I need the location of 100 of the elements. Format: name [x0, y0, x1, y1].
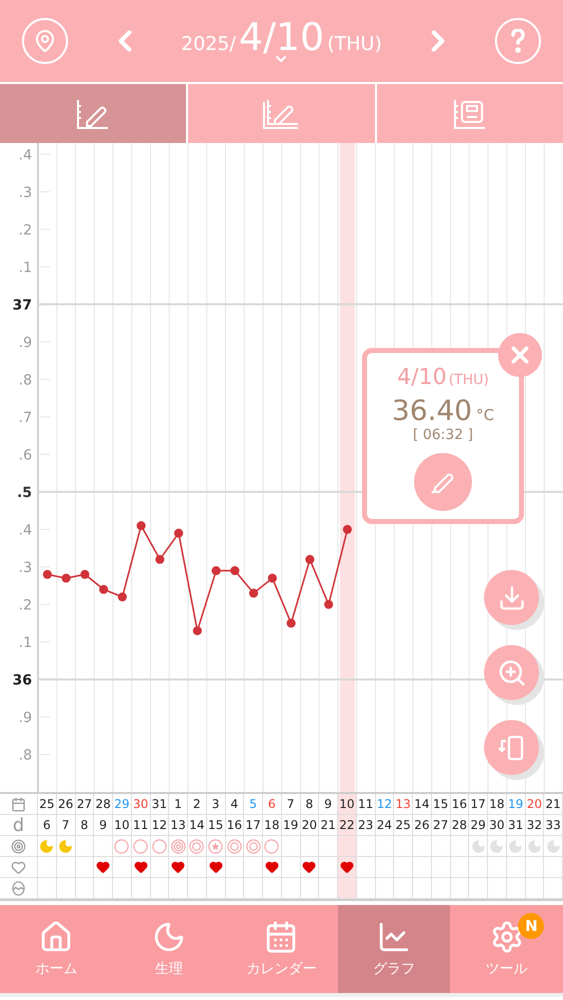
- year-text: 2025/: [181, 33, 236, 55]
- axis-label: .2: [18, 222, 32, 238]
- circle-icon: [152, 838, 167, 854]
- data-point: [286, 618, 296, 628]
- crescent-moon-icon: [470, 838, 486, 854]
- scale-chart-icon: [452, 98, 488, 130]
- date-cell: 26: [56, 794, 76, 815]
- data-point: [99, 584, 108, 594]
- date-cell: 15: [432, 794, 450, 815]
- cycle-day-cell: 33: [544, 815, 563, 836]
- table-cell: [76, 878, 94, 899]
- nav-tab[interactable]: 生理: [112, 905, 226, 993]
- data-point: [305, 554, 314, 564]
- table-cell: [526, 878, 544, 899]
- table-cell: [450, 878, 470, 899]
- date-cell: 20: [526, 794, 544, 815]
- date-cell: 11: [356, 794, 376, 815]
- axis-label: .4: [18, 147, 32, 164]
- graph-tab[interactable]: [0, 84, 188, 143]
- axis-label: 36: [12, 672, 32, 688]
- cycle-day-cell: 32: [526, 815, 544, 836]
- axis-label: .9: [18, 334, 32, 351]
- crescent-moon-icon: [489, 838, 504, 854]
- cycle-day-cell: 16: [226, 815, 244, 836]
- axis-label: .3: [18, 560, 32, 576]
- data-point: [342, 524, 352, 534]
- date-cell: 7: [282, 794, 300, 815]
- cycle-day-cell: 23: [356, 815, 376, 836]
- date-cell: 3: [206, 794, 226, 815]
- table-cell: [469, 878, 488, 899]
- data-point: [118, 592, 127, 602]
- date-cell: 29: [113, 794, 132, 815]
- graph-tab[interactable]: [188, 84, 377, 143]
- axis-label: .5: [16, 484, 32, 501]
- nav-tab[interactable]: グラフ: [338, 905, 450, 993]
- new-badge: N: [518, 913, 544, 939]
- axis-label: .8: [18, 372, 32, 388]
- circle-icon: [114, 838, 130, 854]
- nav-tab[interactable]: ホーム: [0, 905, 113, 993]
- popup-weekday: (THU): [448, 372, 489, 388]
- temperature-value: 36.40: [392, 394, 472, 427]
- location-pin-icon: [33, 29, 57, 53]
- cycle-day-cell: 20: [300, 815, 320, 836]
- cycle-day-cell: 10: [113, 815, 132, 836]
- axis-label: .2: [18, 597, 32, 614]
- table-cell: [544, 878, 563, 899]
- reading-time: [ 06:32 ]: [412, 427, 474, 443]
- double-circle-icon: [226, 838, 242, 854]
- table-cell: [150, 878, 170, 899]
- cycle-day-cell: 28: [450, 815, 470, 836]
- double-circle-icon: [189, 838, 204, 854]
- date-text: 4/10: [238, 15, 324, 59]
- graph-tab[interactable]: [376, 84, 563, 143]
- weekday-text: (THU): [327, 33, 382, 55]
- cycle-day-cell: 9: [94, 815, 113, 836]
- table-cell: [188, 878, 207, 899]
- date-cell: 19: [506, 794, 526, 815]
- double-circle-icon: [246, 838, 261, 854]
- nav-tab[interactable]: カレンダー: [225, 905, 338, 993]
- nav-tab[interactable]: N ツール: [450, 905, 563, 993]
- target-icon: [11, 838, 26, 854]
- table-cell: [244, 878, 263, 899]
- crescent-moon-icon: [58, 838, 74, 854]
- data-point: [155, 554, 164, 564]
- axis-label: .4: [18, 522, 32, 538]
- axis-label: .8: [18, 747, 32, 764]
- cycle-day-cell: 25: [394, 815, 413, 836]
- cycle-day-cell: 17: [244, 815, 263, 836]
- date-cell: 12: [376, 794, 394, 815]
- temperature-unit: °C: [476, 406, 494, 424]
- data-point: [324, 600, 334, 609]
- heart-icon: [264, 860, 279, 874]
- data-point: [192, 626, 202, 636]
- data-point: [212, 566, 221, 576]
- cycle-day-cell: 11: [132, 815, 150, 836]
- data-point: [249, 588, 258, 598]
- zoom-in-icon: [496, 658, 526, 688]
- table-cell: [506, 878, 526, 899]
- data-point: [62, 574, 71, 583]
- heart-icon: [302, 860, 316, 874]
- cycle-day-cell: 6: [38, 815, 57, 836]
- date-cell: 18: [488, 794, 507, 815]
- calendar-icon: [11, 796, 26, 812]
- egg-icon: [11, 880, 26, 896]
- date-cell: 17: [469, 794, 488, 815]
- cycle-day-cell: 13: [169, 815, 188, 836]
- data-point: [42, 570, 52, 579]
- popup-date: 4/10: [397, 365, 447, 390]
- cycle-day-cell: 31: [506, 815, 526, 836]
- location-button[interactable]: [22, 18, 68, 64]
- help-button[interactable]: [494, 18, 541, 64]
- date-cell: 1: [169, 794, 188, 815]
- crescent-moon-icon: [546, 838, 561, 854]
- axis-label: .7: [18, 410, 32, 426]
- heart-icon: [96, 860, 110, 874]
- date-cell: 27: [76, 794, 94, 815]
- cycle-day-cell: 26: [413, 815, 432, 836]
- axis-label: 37: [12, 297, 32, 314]
- table-cell: [226, 878, 244, 899]
- table-cell: [413, 878, 432, 899]
